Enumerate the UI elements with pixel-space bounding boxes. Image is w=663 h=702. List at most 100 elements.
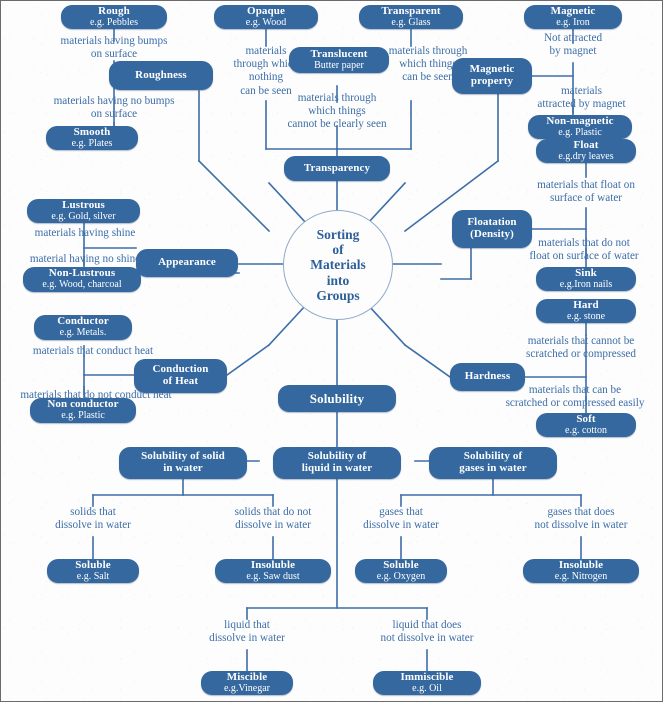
node-insoluble-sawdust[interactable]: Insoluble e.g. Saw dust	[215, 559, 331, 583]
node-insoluble-nitrogen-example: e.g. Nitrogen	[554, 570, 608, 582]
node-non-magnetic[interactable]: Non-magnetic e.g. Plastic	[528, 115, 632, 139]
node-hardness-title: Hardness	[464, 370, 511, 383]
node-transparent-example: e.g. Glass	[391, 16, 431, 28]
node-non-lustrous[interactable]: Non-Lustrous e.g. Wood, charcoal	[23, 267, 141, 292]
node-soluble-salt-example: e.g. Salt	[76, 570, 110, 582]
node-immiscible[interactable]: Immiscible e.g. Oil	[373, 671, 481, 695]
node-conductor[interactable]: Conductor e.g. Metals.	[34, 315, 132, 340]
center-node-label: Sorting of Materials into Groups	[310, 226, 366, 304]
node-opaque-example: e.g. Wood	[245, 16, 287, 28]
node-immiscible-example: e.g. Oil	[412, 682, 442, 694]
caption-miscible: liquid that dissolve in water	[209, 619, 285, 645]
node-transparency-title: Transparency	[303, 161, 371, 174]
node-translucent-example: Butter paper	[314, 59, 364, 71]
center-node[interactable]: Sorting of Materials into Groups	[283, 210, 393, 320]
node-translucent-title: Translucent	[310, 47, 368, 60]
caption-smooth: materials having no bumps on surface	[53, 95, 175, 121]
node-float[interactable]: Float e.g.dry leaves	[536, 139, 636, 163]
caption-soft: materials that can be scratched or compr…	[505, 384, 645, 410]
node-roughness[interactable]: Roughness	[109, 61, 213, 90]
node-sink[interactable]: Sink e.g.Iron nails	[536, 267, 636, 291]
spoke-magnetic	[366, 181, 407, 225]
node-smooth[interactable]: Smooth e.g. Plates	[46, 126, 138, 150]
node-insoluble-sawdust-example: e.g. Saw dust	[246, 570, 300, 582]
caption-lustrous: materials having shine	[34, 227, 136, 239]
node-solubility-gases-subtitle: gases in water	[459, 462, 527, 474]
node-float-example: e.g.dry leaves	[558, 150, 614, 162]
caption-immiscible: liquid that does not dissolve in water	[380, 619, 474, 645]
node-conduction-of-heat[interactable]: Conduction of Heat	[134, 359, 227, 393]
node-non-magnetic-title: Non-magnetic	[546, 114, 614, 127]
caption-insoluble-sawdust: solids that do not dissolve in water	[234, 506, 312, 532]
node-immiscible-title: Immiscible	[400, 670, 454, 683]
spoke-hardness	[366, 303, 407, 347]
node-transparency[interactable]: Transparency	[284, 156, 390, 181]
node-conduction-subtitle: of Heat	[162, 375, 199, 387]
caption-float: materials that float on surface of water	[537, 179, 635, 205]
node-soluble-oxygen-title: Soluble	[383, 558, 419, 571]
node-soft-title: Soft	[576, 412, 596, 425]
node-rough-title: Rough	[98, 4, 130, 17]
node-soluble-oxygen-example: e.g. Oxygen	[376, 570, 426, 582]
node-soluble-salt-title: Soluble	[75, 558, 111, 571]
node-smooth-example: e.g. Plates	[71, 137, 113, 149]
caption-hard: materials that cannot be scratched or co…	[526, 335, 636, 361]
caption-insoluble-nitrogen: gases that does not dissolve in water	[534, 506, 628, 532]
node-solubility-solid[interactable]: Solubility of solid in water	[119, 447, 247, 479]
node-soluble-oxygen[interactable]: Soluble e.g. Oxygen	[355, 559, 447, 583]
node-smooth-title: Smooth	[73, 125, 111, 138]
node-magnetic[interactable]: Magnetic e.g. Iron	[524, 5, 622, 29]
node-soluble-salt[interactable]: Soluble e.g. Salt	[47, 559, 139, 583]
node-sink-title: Sink	[575, 266, 597, 279]
node-hard[interactable]: Hard e.g. stone	[536, 299, 636, 323]
wire-conduction-diag	[225, 343, 271, 377]
node-hard-title: Hard	[573, 298, 599, 311]
node-insoluble-nitrogen[interactable]: Insoluble e.g. Nitrogen	[523, 559, 639, 583]
node-roughness-title: Roughness	[135, 68, 187, 81]
node-rough[interactable]: Rough e.g. Pebbles	[61, 5, 167, 29]
caption-translucent: materials through which things cannot be…	[287, 92, 387, 131]
mindmap-canvas: Sorting of Materials into Groups Rough e…	[0, 0, 663, 702]
node-non-magnetic-example: e.g. Plastic	[558, 126, 602, 138]
caption-rough: materials having bumps on surface	[60, 35, 168, 61]
node-magnetic-property-subtitle: property	[470, 75, 514, 87]
spoke-conduction	[267, 303, 308, 347]
wire-roughness-diag	[197, 159, 271, 233]
node-solubility-liquid-subtitle: liquid in water	[301, 462, 373, 474]
node-hard-example: e.g. stone	[566, 310, 606, 322]
spoke-transparency	[267, 181, 308, 225]
node-transparent-title: Transparent	[381, 4, 441, 17]
node-miscible-example: e.g.Vinegar	[223, 682, 271, 694]
node-solubility-solid-subtitle: in water	[163, 462, 203, 474]
node-non-conductor[interactable]: Non conductor e.g. Plastic	[30, 398, 136, 423]
node-lustrous-example: e.g. Gold, silver	[51, 210, 116, 222]
caption-non-lustrous: material having no shine	[29, 253, 141, 265]
node-miscible[interactable]: Miscible e.g.Vinegar	[201, 671, 293, 695]
caption-non-magnetic: materials attracted by magnet	[537, 85, 626, 111]
caption-magnetic: Not attracted by magnet	[543, 32, 603, 58]
node-lustrous-title: Lustrous	[62, 198, 105, 211]
node-sink-example: e.g.Iron nails	[559, 278, 613, 290]
node-solubility-gases[interactable]: Solubility of gases in water	[429, 447, 557, 479]
node-float-title: Float	[573, 138, 599, 151]
node-lustrous[interactable]: Lustrous e.g. Gold, silver	[27, 199, 140, 223]
node-miscible-title: Miscible	[226, 670, 268, 683]
node-non-conductor-example: e.g. Plastic	[61, 410, 105, 422]
node-appearance-title: Appearance	[158, 256, 216, 269]
node-non-lustrous-example: e.g. Wood, charcoal	[42, 279, 122, 291]
caption-sink: materials that do not float on surface o…	[529, 237, 639, 263]
node-soft[interactable]: Soft e.g. cotton	[536, 413, 636, 437]
node-solubility-title: Solubility	[309, 390, 365, 406]
node-transparent[interactable]: Transparent e.g. Glass	[359, 5, 463, 29]
caption-conductor: materials that conduct heat	[32, 345, 154, 357]
node-solubility[interactable]: Solubility	[278, 385, 396, 412]
node-opaque[interactable]: Opaque e.g. Wood	[214, 5, 318, 29]
caption-soluble-salt: solids that dissolve in water	[55, 506, 131, 532]
node-opaque-title: Opaque	[247, 4, 285, 17]
node-rough-example: e.g. Pebbles	[89, 16, 139, 28]
node-solubility-liquid[interactable]: Solubility of liquid in water	[273, 447, 401, 479]
wire-hardness-diag	[403, 343, 452, 379]
node-magnetic-example: e.g. Iron	[556, 16, 590, 28]
node-conductor-example: e.g. Metals.	[59, 327, 107, 339]
caption-soluble-oxygen: gases that dissolve in water	[363, 506, 439, 532]
